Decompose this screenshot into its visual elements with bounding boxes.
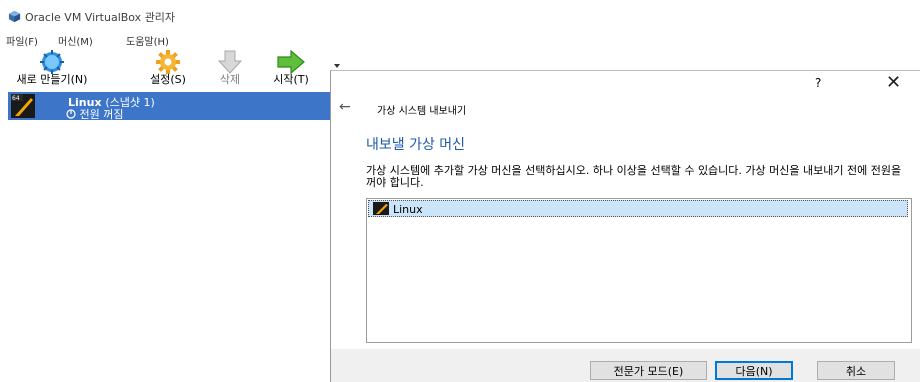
toolbar: 새로 만들기(N) 설정(S) 삭제 시작(T) bbox=[0, 48, 330, 90]
vm-list-item[interactable]: 64 Linux (스냅샷 1) 전원 꺼짐 bbox=[8, 92, 330, 122]
expert-mode-button[interactable]: 전문가 모드(E) bbox=[590, 361, 707, 380]
linux-os-icon bbox=[373, 202, 389, 215]
vm-state-line: 전원 꺼짐 bbox=[66, 106, 123, 122]
next-button[interactable]: 다음(N) bbox=[715, 361, 793, 380]
start-label: 시작(T) bbox=[273, 73, 309, 86]
power-off-icon bbox=[66, 109, 76, 119]
cancel-button[interactable]: 취소 bbox=[817, 361, 895, 380]
discard-button[interactable]: 삭제 bbox=[210, 48, 250, 90]
close-icon[interactable]: ✕ bbox=[886, 72, 901, 93]
list-item-label: Linux bbox=[393, 203, 423, 216]
page-heading: 내보낼 가상 머신 bbox=[366, 137, 466, 153]
app-title: Oracle VM VirtualBox 관리자 bbox=[25, 11, 176, 24]
new-button[interactable]: 새로 만들기(N) bbox=[0, 48, 104, 90]
vm-state: 전원 꺼짐 bbox=[79, 108, 124, 121]
start-button[interactable]: 시작(T) bbox=[256, 48, 326, 90]
dialog-titlebar: ? ✕ bbox=[331, 71, 920, 93]
arch-badge: 64 bbox=[12, 95, 20, 102]
settings-button[interactable]: 설정(S) bbox=[140, 48, 196, 90]
menu-bar: 파일(F) 머신(M) 도움말(H) bbox=[0, 28, 330, 48]
menu-machine[interactable]: 머신(M) bbox=[58, 33, 93, 48]
help-button[interactable]: ? bbox=[815, 76, 821, 90]
new-label: 새로 만들기(N) bbox=[16, 73, 88, 86]
vm-select-list[interactable]: Linux bbox=[366, 198, 912, 343]
dialog-body: ← 가상 시스템 내보내기 내보낼 가상 머신 가상 시스템에 추가할 가상 머… bbox=[331, 93, 920, 349]
menu-help[interactable]: 도움말(H) bbox=[126, 33, 169, 48]
start-dropdown-chevron-icon[interactable] bbox=[334, 64, 340, 68]
back-arrow-icon[interactable]: ← bbox=[339, 99, 351, 115]
menu-file[interactable]: 파일(F) bbox=[6, 33, 38, 48]
dialog-footer: 전문가 모드(E) 다음(N) 취소 bbox=[331, 349, 920, 382]
virtualbox-icon bbox=[8, 10, 21, 23]
window-titlebar: Oracle VM VirtualBox 관리자 bbox=[0, 0, 920, 28]
export-appliance-dialog: ? ✕ ← 가상 시스템 내보내기 내보낼 가상 머신 가상 시스템에 추가할 … bbox=[330, 70, 920, 382]
list-item[interactable]: Linux bbox=[368, 200, 908, 217]
settings-label: 설정(S) bbox=[150, 73, 186, 86]
description-text: 가상 시스템에 추가할 가상 머신을 선택하십시오. 하나 이상을 선택할 수 … bbox=[366, 164, 902, 189]
wizard-title: 가상 시스템 내보내기 bbox=[377, 106, 467, 117]
linux-os-icon: 64 bbox=[11, 94, 35, 118]
discard-label: 삭제 bbox=[219, 73, 241, 86]
